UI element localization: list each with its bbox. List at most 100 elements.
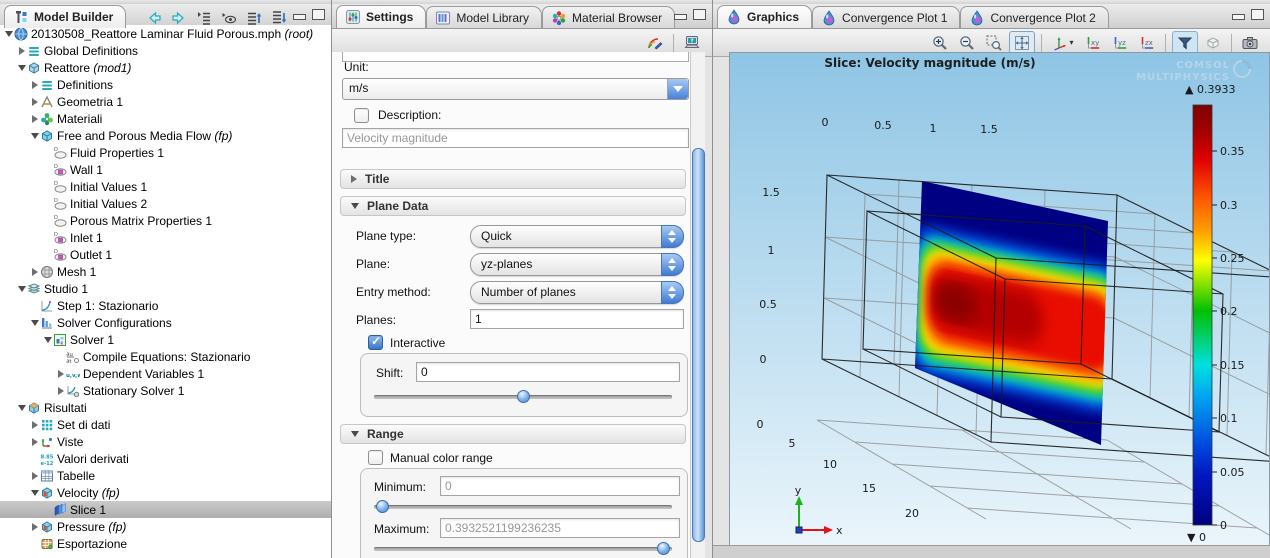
maximize-button[interactable] (693, 9, 706, 20)
shift-slider[interactable] (374, 390, 672, 403)
description-field[interactable]: Velocity magnitude (342, 128, 689, 148)
entry-method-select[interactable]: Number of planes (470, 281, 684, 304)
tree-item-porous-matrix-properties-1[interactable]: Porous Matrix Properties 1 (0, 212, 331, 229)
tree-expand-arrow[interactable] (29, 268, 40, 276)
scrollbar-thumb[interactable] (692, 148, 705, 542)
minimum-slider-thumb[interactable] (376, 500, 389, 513)
tree-item-global-definitions[interactable]: Global Definitions (0, 42, 331, 59)
tree-item-initial-values-1[interactable]: Initial Values 1 (0, 178, 331, 195)
tree-item-initial-values-2[interactable]: Initial Values 2 (0, 195, 331, 212)
entry-method-stepper[interactable] (661, 281, 684, 304)
interactive-checkbox[interactable] (368, 335, 383, 350)
plane-type-stepper[interactable] (661, 225, 684, 248)
tab-convergence-plot-1[interactable]: Convergence Plot 1 (812, 6, 960, 28)
tree-collapse-arrow[interactable] (16, 65, 27, 71)
minimize-button[interactable] (1232, 14, 1245, 20)
tree-collapse-arrow[interactable] (29, 490, 40, 496)
tab-model-builder[interactable]: Model Builder (4, 5, 126, 28)
tree-item-wall-1[interactable]: Wall 1 (0, 161, 331, 178)
section-title[interactable]: Title (340, 169, 686, 189)
tree-item-materiali[interactable]: Materiali (0, 110, 331, 127)
plane-select[interactable]: yz-planes (470, 253, 684, 276)
plotpen-button[interactable] (643, 32, 667, 53)
tree-item-set-di-dati[interactable]: Set di dati (0, 416, 331, 433)
tree-collapse-arrow[interactable] (29, 133, 40, 139)
tab-settings[interactable]: Settings (336, 5, 426, 28)
planes-input[interactable]: 1 (470, 309, 684, 329)
view-yz-button[interactable] (1108, 32, 1132, 53)
tree-item-studio-1[interactable]: Studio 1 (0, 280, 331, 297)
tree-item-definitions[interactable]: Definitions (0, 76, 331, 93)
tree-collapse-arrow[interactable] (16, 405, 27, 411)
tree-expand-arrow[interactable] (55, 370, 66, 378)
tree-item-viste[interactable]: Viste (0, 433, 331, 450)
view-xy-button[interactable] (1081, 32, 1105, 53)
slice-plot[interactable]: Slice: Velocity magnitude (m/s) COMSOL M… (730, 53, 1269, 545)
shift-slider-thumb[interactable] (517, 390, 530, 403)
tree-item-stationary-solver-1[interactable]: Stationary Solver 1 (0, 382, 331, 399)
tree-expand-arrow[interactable] (29, 98, 40, 106)
tree-item-tabelle[interactable]: Tabelle (0, 467, 331, 484)
tree-expand-arrow[interactable] (55, 387, 66, 395)
manual-color-range-checkbox[interactable] (368, 450, 383, 465)
tree-expand-arrow[interactable] (29, 472, 40, 480)
tree-item-esportazione[interactable]: Esportazione (0, 535, 331, 552)
tree-item-reattore[interactable]: Reattore (mod1) (0, 59, 331, 76)
tree-item-risultati[interactable]: Risultati (0, 399, 331, 416)
unit-select[interactable]: m/s (342, 78, 689, 100)
tree-expand-arrow[interactable] (29, 115, 40, 123)
description-checkbox[interactable] (354, 108, 369, 123)
triad-button[interactable]: ▾ (1048, 32, 1078, 53)
tab-convergence-plot-2[interactable]: Convergence Plot 2 (960, 6, 1108, 28)
maximum-slider[interactable] (374, 542, 672, 555)
velocity-slice[interactable] (903, 165, 1121, 468)
maximum-input[interactable]: 0.3932521199236235 (440, 518, 680, 538)
tree-item-dependent-variables-1[interactable]: Dependent Variables 1 (0, 365, 331, 382)
tab-material-browser[interactable]: Material Browser (542, 6, 675, 28)
zoom-in-button[interactable] (928, 32, 952, 53)
tree-item-outlet-1[interactable]: Outlet 1 (0, 246, 331, 263)
tree-item-fluid-properties-1[interactable]: Fluid Properties 1 (0, 144, 331, 161)
settings-scrollbar[interactable] (690, 52, 705, 558)
tree-collapse-arrow[interactable] (3, 31, 14, 37)
snapshot-button[interactable] (1238, 32, 1262, 53)
tree-item-pressure[interactable]: Pressure (fp) (0, 518, 331, 535)
plane-stepper[interactable] (661, 253, 684, 276)
maximize-button[interactable] (1251, 9, 1264, 20)
tree-collapse-arrow[interactable] (42, 337, 53, 343)
plane-type-select[interactable]: Quick (470, 225, 684, 248)
tree-item-mesh-1[interactable]: Mesh 1 (0, 263, 331, 280)
section-plane-data[interactable]: Plane Data (340, 196, 686, 216)
tree-item-velocity[interactable]: Velocity (fp) (0, 484, 331, 501)
minimize-button[interactable] (293, 14, 306, 20)
tree-collapse-arrow[interactable] (29, 320, 40, 326)
transparency-button[interactable] (1201, 32, 1225, 53)
minimum-slider[interactable] (374, 500, 672, 513)
tree-expand-arrow[interactable] (29, 523, 40, 531)
tree-expand-arrow[interactable] (29, 81, 40, 89)
tree-item-compile-equations-stazionario[interactable]: Compile Equations: Stazionario (0, 348, 331, 365)
tree-expand-arrow[interactable] (29, 421, 40, 429)
graphics-plot-area[interactable]: Slice: Velocity magnitude (m/s) COMSOL M… (729, 52, 1270, 546)
maximum-slider-thumb[interactable] (657, 542, 670, 555)
minimum-input[interactable]: 0 (440, 476, 680, 496)
shift-input[interactable]: 0 (416, 362, 680, 382)
tree-expand-arrow[interactable] (16, 47, 27, 55)
zoom-box-button[interactable] (982, 32, 1006, 53)
tree-item-valori-derivati[interactable]: Valori derivati (0, 450, 331, 467)
maximize-button[interactable] (312, 9, 325, 20)
expression-field-partial[interactable] (342, 52, 689, 62)
tree-item-solver-1[interactable]: Solver 1 (0, 331, 331, 348)
tree-expand-arrow[interactable] (29, 438, 40, 446)
tree-item-free-and-porous-media-flow[interactable]: Free and Porous Media Flow (fp) (0, 127, 331, 144)
zoom-out-button[interactable] (955, 32, 979, 53)
select-filter-button[interactable] (1172, 31, 1198, 54)
zoom-extents-button[interactable] (1009, 31, 1035, 54)
view-zx-button[interactable] (1135, 32, 1159, 53)
minimize-button[interactable] (674, 14, 687, 20)
tree-item-solver-configurations[interactable]: Solver Configurations (0, 314, 331, 331)
tab-model-library[interactable]: Model Library (426, 6, 542, 28)
tree-item-slice-1[interactable]: Slice 1 (0, 501, 331, 518)
help-button[interactable] (680, 32, 704, 53)
section-range[interactable]: Range (340, 424, 686, 444)
